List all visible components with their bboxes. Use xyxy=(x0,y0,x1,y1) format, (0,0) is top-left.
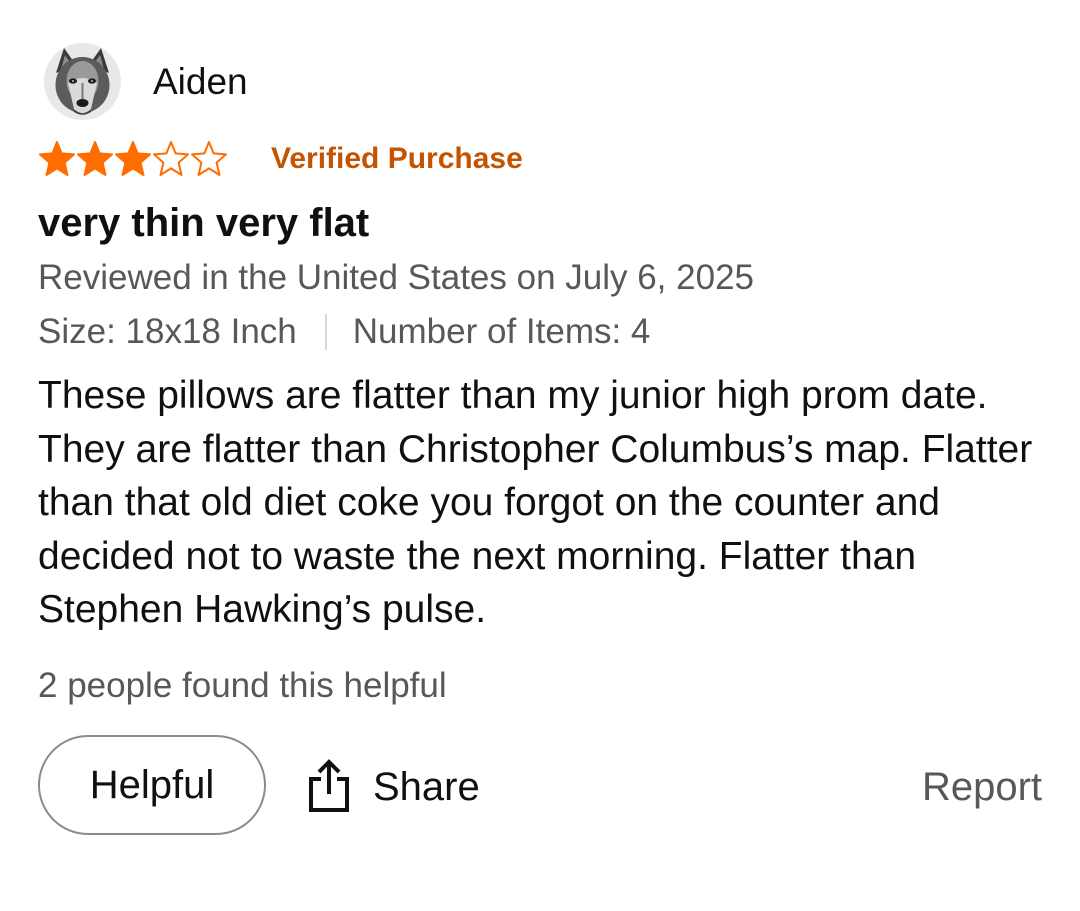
report-link[interactable]: Report xyxy=(922,763,1042,811)
share-button-label: Share xyxy=(373,765,480,809)
variant-size: Size: 18x18 Inch xyxy=(38,312,297,351)
star-filled-icon xyxy=(77,141,113,176)
star-empty-icon xyxy=(153,141,189,176)
star-rating xyxy=(38,140,228,178)
review-card: Aiden Verified Purchase very thin very f… xyxy=(0,0,1080,911)
review-date: Reviewed in the United States on July 6,… xyxy=(38,258,754,297)
variant-divider xyxy=(324,314,327,350)
share-icon xyxy=(309,759,349,812)
verified-purchase-badge: Verified Purchase xyxy=(271,142,523,175)
variant-items: Number of Items: 4 xyxy=(352,312,651,351)
star-filled-icon xyxy=(115,141,151,176)
wolf-avatar-icon xyxy=(44,43,121,120)
author-avatar[interactable] xyxy=(44,43,121,120)
review-title: very thin very flat xyxy=(38,201,370,245)
review-body: These pillows are flatter than my junior… xyxy=(38,374,1033,631)
helpful-count: 2 people found this helpful xyxy=(38,666,447,705)
author-name[interactable]: Aiden xyxy=(153,60,248,104)
share-button[interactable]: Share xyxy=(305,757,480,817)
helpful-button[interactable]: Helpful xyxy=(38,735,266,835)
star-empty-icon xyxy=(191,141,227,176)
star-filled-icon xyxy=(39,141,75,176)
variant-info: Size: 18x18 Inch Number of Items: 4 xyxy=(38,311,650,353)
helpful-button-label: Helpful xyxy=(89,762,215,807)
